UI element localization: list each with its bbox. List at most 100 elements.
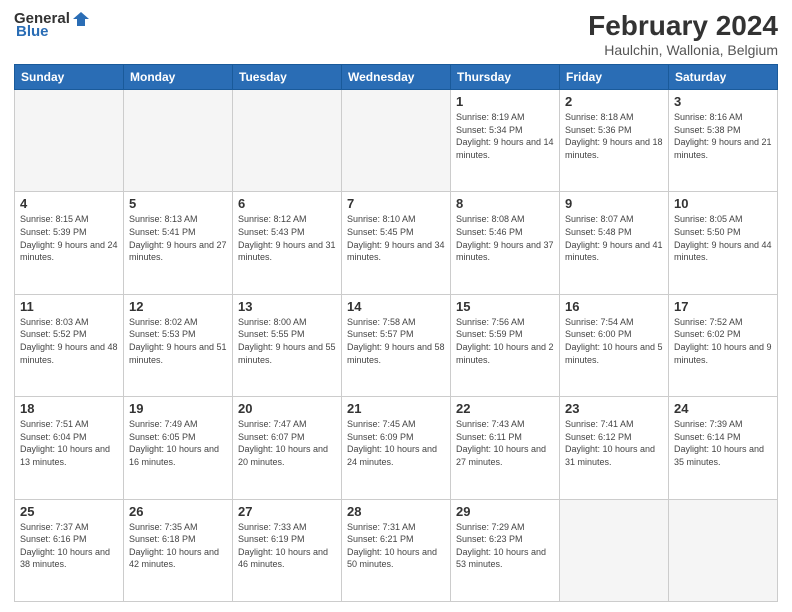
week-row-2: 11Sunrise: 8:03 AM Sunset: 5:52 PM Dayli… (15, 294, 778, 396)
calendar-cell: 2 Sunrise: 8:18 AM Sunset: 5:36 PM Daylig… (560, 90, 669, 192)
calendar-cell: 4 Sunrise: 8:15 AM Sunset: 5:39 PM Daylig… (15, 192, 124, 294)
day-number: 20 (238, 401, 336, 416)
calendar-cell: 28 Sunrise: 7:31 AM Sunset: 6:21 PM Dayli… (342, 499, 451, 601)
day-info: Sunrise: 7:51 AM Sunset: 6:04 PM Dayligh… (20, 418, 118, 468)
day-info: Sunrise: 7:49 AM Sunset: 6:05 PM Dayligh… (129, 418, 227, 468)
col-header-thursday: Thursday (451, 65, 560, 90)
week-row-4: 25Sunrise: 7:37 AM Sunset: 6:16 PM Dayli… (15, 499, 778, 601)
logo-icon (72, 11, 90, 27)
day-info: Sunrise: 7:29 AM Sunset: 6:23 PM Dayligh… (456, 521, 554, 571)
day-info: Sunrise: 7:47 AM Sunset: 6:07 PM Dayligh… (238, 418, 336, 468)
day-number: 19 (129, 401, 227, 416)
day-number: 9 (565, 196, 663, 211)
calendar-cell: 6 Sunrise: 8:12 AM Sunset: 5:43 PM Daylig… (233, 192, 342, 294)
calendar: SundayMondayTuesdayWednesdayThursdayFrid… (14, 64, 778, 602)
calendar-cell: 26 Sunrise: 7:35 AM Sunset: 6:18 PM Dayli… (124, 499, 233, 601)
day-number: 15 (456, 299, 554, 314)
day-number: 14 (347, 299, 445, 314)
calendar-cell: 29 Sunrise: 7:29 AM Sunset: 6:23 PM Dayli… (451, 499, 560, 601)
day-number: 5 (129, 196, 227, 211)
calendar-cell: 1 Sunrise: 8:19 AM Sunset: 5:34 PM Daylig… (451, 90, 560, 192)
page: General Blue February 2024 Haulchin, Wal… (0, 0, 792, 612)
day-number: 3 (674, 94, 772, 109)
calendar-cell: 27Sunrise: 7:33 AM Sunset: 6:19 PM Dayli… (233, 499, 342, 601)
day-info: Sunrise: 7:31 AM Sunset: 6:21 PM Dayligh… (347, 521, 445, 571)
day-number: 21 (347, 401, 445, 416)
calendar-cell: 3 Sunrise: 8:16 AM Sunset: 5:38 PM Daylig… (669, 90, 778, 192)
day-number: 2 (565, 94, 663, 109)
logo: General Blue (14, 10, 90, 40)
day-info: Sunrise: 8:15 AM Sunset: 5:39 PM Dayligh… (20, 213, 118, 263)
day-info: Sunrise: 7:43 AM Sunset: 6:11 PM Dayligh… (456, 418, 554, 468)
day-number: 8 (456, 196, 554, 211)
calendar-cell: 12Sunrise: 8:02 AM Sunset: 5:53 PM Dayli… (124, 294, 233, 396)
col-header-sunday: Sunday (15, 65, 124, 90)
day-number: 29 (456, 504, 554, 519)
main-title: February 2024 (588, 10, 778, 42)
day-number: 12 (129, 299, 227, 314)
day-info: Sunrise: 7:52 AM Sunset: 6:02 PM Dayligh… (674, 316, 772, 366)
day-info: Sunrise: 7:39 AM Sunset: 6:14 PM Dayligh… (674, 418, 772, 468)
day-number: 10 (674, 196, 772, 211)
day-info: Sunrise: 7:56 AM Sunset: 5:59 PM Dayligh… (456, 316, 554, 366)
calendar-cell: 7 Sunrise: 8:10 AM Sunset: 5:45 PM Daylig… (342, 192, 451, 294)
calendar-cell: 22 Sunrise: 7:43 AM Sunset: 6:11 PM Dayli… (451, 397, 560, 499)
day-number: 18 (20, 401, 118, 416)
calendar-cell: 21Sunrise: 7:45 AM Sunset: 6:09 PM Dayli… (342, 397, 451, 499)
week-row-0: 1 Sunrise: 8:19 AM Sunset: 5:34 PM Daylig… (15, 90, 778, 192)
col-header-wednesday: Wednesday (342, 65, 451, 90)
calendar-cell: 13Sunrise: 8:00 AM Sunset: 5:55 PM Dayli… (233, 294, 342, 396)
calendar-cell (560, 499, 669, 601)
day-number: 22 (456, 401, 554, 416)
calendar-cell: 16 Sunrise: 7:54 AM Sunset: 6:00 PM Dayli… (560, 294, 669, 396)
day-number: 26 (129, 504, 227, 519)
day-info: Sunrise: 8:10 AM Sunset: 5:45 PM Dayligh… (347, 213, 445, 263)
day-info: Sunrise: 7:58 AM Sunset: 5:57 PM Dayligh… (347, 316, 445, 366)
week-row-1: 4 Sunrise: 8:15 AM Sunset: 5:39 PM Daylig… (15, 192, 778, 294)
day-info: Sunrise: 8:13 AM Sunset: 5:41 PM Dayligh… (129, 213, 227, 263)
day-number: 7 (347, 196, 445, 211)
col-header-monday: Monday (124, 65, 233, 90)
day-info: Sunrise: 8:00 AM Sunset: 5:55 PM Dayligh… (238, 316, 336, 366)
calendar-cell: 10 Sunrise: 8:05 AM Sunset: 5:50 PM Dayli… (669, 192, 778, 294)
calendar-cell: 8Sunrise: 8:08 AM Sunset: 5:46 PM Daylig… (451, 192, 560, 294)
day-info: Sunrise: 8:12 AM Sunset: 5:43 PM Dayligh… (238, 213, 336, 263)
day-number: 23 (565, 401, 663, 416)
day-info: Sunrise: 7:37 AM Sunset: 6:16 PM Dayligh… (20, 521, 118, 571)
calendar-cell: 24 Sunrise: 7:39 AM Sunset: 6:14 PM Dayli… (669, 397, 778, 499)
calendar-cell (342, 90, 451, 192)
day-info: Sunrise: 7:35 AM Sunset: 6:18 PM Dayligh… (129, 521, 227, 571)
title-area: February 2024 Haulchin, Wallonia, Belgiu… (588, 10, 778, 58)
calendar-cell (124, 90, 233, 192)
day-info: Sunrise: 8:18 AM Sunset: 5:36 PM Dayligh… (565, 111, 663, 161)
day-number: 28 (347, 504, 445, 519)
day-number: 4 (20, 196, 118, 211)
day-info: Sunrise: 8:19 AM Sunset: 5:34 PM Dayligh… (456, 111, 554, 161)
day-info: Sunrise: 8:03 AM Sunset: 5:52 PM Dayligh… (20, 316, 118, 366)
calendar-cell: 5 Sunrise: 8:13 AM Sunset: 5:41 PM Daylig… (124, 192, 233, 294)
col-header-saturday: Saturday (669, 65, 778, 90)
day-info: Sunrise: 8:16 AM Sunset: 5:38 PM Dayligh… (674, 111, 772, 161)
calendar-cell: 18 Sunrise: 7:51 AM Sunset: 6:04 PM Dayli… (15, 397, 124, 499)
header: General Blue February 2024 Haulchin, Wal… (14, 10, 778, 58)
logo-blue: Blue (16, 23, 49, 40)
day-info: Sunrise: 7:54 AM Sunset: 6:00 PM Dayligh… (565, 316, 663, 366)
day-info: Sunrise: 8:07 AM Sunset: 5:48 PM Dayligh… (565, 213, 663, 263)
day-info: Sunrise: 8:05 AM Sunset: 5:50 PM Dayligh… (674, 213, 772, 263)
calendar-cell: 19 Sunrise: 7:49 AM Sunset: 6:05 PM Dayli… (124, 397, 233, 499)
calendar-cell (233, 90, 342, 192)
day-number: 27 (238, 504, 336, 519)
day-number: 17 (674, 299, 772, 314)
calendar-cell: 11Sunrise: 8:03 AM Sunset: 5:52 PM Dayli… (15, 294, 124, 396)
calendar-cell: 9 Sunrise: 8:07 AM Sunset: 5:48 PM Daylig… (560, 192, 669, 294)
calendar-header-row: SundayMondayTuesdayWednesdayThursdayFrid… (15, 65, 778, 90)
day-number: 1 (456, 94, 554, 109)
calendar-cell: 25Sunrise: 7:37 AM Sunset: 6:16 PM Dayli… (15, 499, 124, 601)
day-info: Sunrise: 7:41 AM Sunset: 6:12 PM Dayligh… (565, 418, 663, 468)
calendar-cell: 23 Sunrise: 7:41 AM Sunset: 6:12 PM Dayli… (560, 397, 669, 499)
day-number: 16 (565, 299, 663, 314)
day-number: 6 (238, 196, 336, 211)
calendar-cell: 20 Sunrise: 7:47 AM Sunset: 6:07 PM Dayli… (233, 397, 342, 499)
day-number: 24 (674, 401, 772, 416)
col-header-friday: Friday (560, 65, 669, 90)
